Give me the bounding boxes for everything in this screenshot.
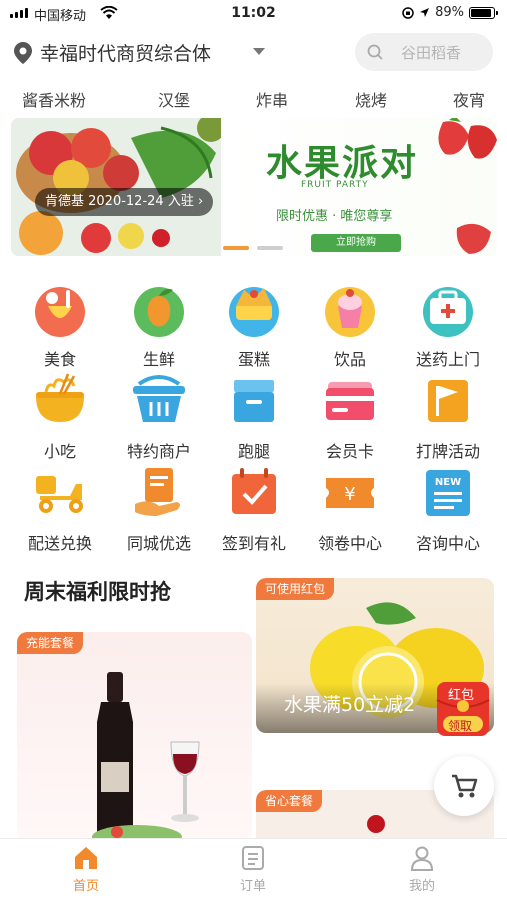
grid-label: 跑腿 xyxy=(237,442,270,461)
grid-label: 领卷中心 xyxy=(317,534,382,553)
grid-label: 打牌活动 xyxy=(415,442,480,461)
grid-label: 会员卡 xyxy=(325,442,374,461)
grid-label: 咨询中心 xyxy=(415,534,480,553)
cake-icon xyxy=(229,287,279,337)
banner-title: 水果派对 xyxy=(266,143,419,184)
search-placeholder: 谷田稻香 xyxy=(401,44,462,62)
banner-cta-button[interactable]: 立即抢购 xyxy=(311,234,401,252)
category-tab[interactable]: 烧烤 xyxy=(355,87,387,111)
grid-label: 送药上门 xyxy=(415,350,480,369)
food-icon xyxy=(35,287,85,337)
coupon-icon: ¥ xyxy=(326,478,374,508)
fruit-basket-image xyxy=(11,118,221,256)
drink-icon xyxy=(325,287,375,337)
strawberry-image xyxy=(456,223,491,254)
profile-icon xyxy=(410,846,434,871)
grid-label: 签到有礼 xyxy=(221,534,286,553)
grid-item-merchants[interactable]: 特约商户 xyxy=(111,372,207,462)
category-tab[interactable]: 炸串 xyxy=(256,87,288,111)
nav-label: 首页 xyxy=(72,879,99,894)
grid-item-local-picks[interactable]: 同城优选 xyxy=(111,464,207,554)
grid-item-delivery-exchange[interactable]: 配送兑换 xyxy=(12,464,108,554)
battery-percent: 89% xyxy=(435,5,464,20)
medicine-icon xyxy=(423,287,473,337)
grid-item-errand[interactable]: 跑腿 xyxy=(206,372,302,462)
grid-label: 蛋糕 xyxy=(237,350,270,369)
grid-item-fresh[interactable]: 生鲜 xyxy=(111,280,207,370)
location-header: 幸福时代商贸综合体 谷田稻香 xyxy=(0,28,507,78)
fresh-produce-icon xyxy=(134,287,184,337)
grid-item-card-game[interactable]: 打牌活动 xyxy=(400,372,496,462)
caret-down-icon[interactable] xyxy=(253,48,265,55)
grid-item-cake[interactable]: 蛋糕 xyxy=(206,280,302,370)
banner-subtitle: FRUIT PARTY xyxy=(301,180,369,190)
grid-item-snack[interactable]: 小吃 xyxy=(12,372,108,462)
grid-label: 饮品 xyxy=(333,350,366,369)
grid-label: 同城优选 xyxy=(126,534,191,553)
location-selector[interactable]: 幸福时代商贸综合体 xyxy=(40,39,211,66)
card-tag: 充能套餐 xyxy=(17,632,84,654)
category-tab[interactable]: 夜宵 xyxy=(453,87,485,111)
grid-label: 小吃 xyxy=(43,442,76,461)
grid-label: 美食 xyxy=(43,350,76,369)
search-input[interactable]: 谷田稻香 xyxy=(355,33,493,71)
status-bar: 中国移动 11:02 89% xyxy=(0,0,507,28)
bottom-nav: 首页 订单 我的 xyxy=(0,838,507,900)
red-packet-button[interactable]: 红包 领取 xyxy=(433,680,493,738)
banner-slogan: 限时优惠 · 唯您尊享 xyxy=(276,209,393,224)
grid-label: 特约商户 xyxy=(126,442,191,461)
grid-item-info-center[interactable]: NEW 咨询中心 xyxy=(400,464,496,554)
promo-banner[interactable]: 肯德基 2020-12-24 入驻 › 水果派对 FRUIT PARTY 限时优… xyxy=(11,118,497,256)
carousel-indicator xyxy=(223,246,283,250)
nav-orders[interactable]: 订单 xyxy=(203,845,303,894)
grid-item-check-in[interactable]: 签到有礼 xyxy=(206,464,302,554)
member-card-icon xyxy=(326,382,374,420)
battery-icon xyxy=(469,6,498,19)
news-icon: NEW xyxy=(426,470,470,516)
search-icon xyxy=(367,44,383,64)
promo-card-wine[interactable]: 充能套餐 xyxy=(17,632,252,842)
grid-item-member-card[interactable]: 会员卡 xyxy=(302,372,398,462)
grid-item-food[interactable]: 美食 xyxy=(12,280,108,370)
svg-text:NEW: NEW xyxy=(435,477,461,488)
cart-icon xyxy=(452,774,478,798)
grid-label: 配送兑换 xyxy=(27,534,92,553)
card-tag: 省心套餐 xyxy=(256,790,323,812)
box-icon xyxy=(234,380,274,422)
wine-image xyxy=(92,672,200,842)
orientation-lock-icon xyxy=(402,6,414,19)
nav-home[interactable]: 首页 xyxy=(36,845,136,894)
basket-icon xyxy=(133,375,185,422)
nav-label: 订单 xyxy=(239,879,266,894)
order-icon xyxy=(242,846,264,870)
red-packet-title: 红包 xyxy=(448,688,475,703)
nav-profile[interactable]: 我的 xyxy=(372,845,472,894)
flag-icon xyxy=(428,380,468,422)
cart-button[interactable] xyxy=(434,756,494,816)
document-hand-icon xyxy=(135,468,180,516)
section-title: 周末福利限时抢 xyxy=(24,580,171,604)
card-caption: 水果满50立减2 xyxy=(284,694,416,716)
calendar-check-icon xyxy=(232,468,276,514)
scooter-icon xyxy=(36,476,83,513)
card-tag: 可使用红包 xyxy=(256,578,335,600)
category-tab[interactable]: 汉堡 xyxy=(158,87,190,111)
category-tabs: 酱香米粉 汉堡 炸串 烧烤 夜宵 xyxy=(0,84,507,112)
merchant-badge[interactable]: 肯德基 2020-12-24 入驻 › xyxy=(35,188,214,216)
grid-item-medicine[interactable]: 送药上门 xyxy=(400,280,496,370)
grid-label: 生鲜 xyxy=(142,350,175,369)
location-arrow-icon xyxy=(420,8,430,17)
noodles-icon xyxy=(36,373,84,422)
strawberry-image xyxy=(438,118,497,159)
location-pin-icon xyxy=(14,42,32,68)
carousel-dot xyxy=(257,246,283,250)
svg-text:¥: ¥ xyxy=(344,484,355,505)
home-icon xyxy=(75,847,97,869)
carousel-dot-active xyxy=(223,246,249,250)
nav-label: 我的 xyxy=(408,879,435,894)
grid-item-drink[interactable]: 饮品 xyxy=(302,280,398,370)
category-tab[interactable]: 酱香米粉 xyxy=(22,87,86,111)
red-packet-claim: 领取 xyxy=(448,719,473,733)
grid-item-coupon-center[interactable]: ¥ 领卷中心 xyxy=(302,464,398,554)
